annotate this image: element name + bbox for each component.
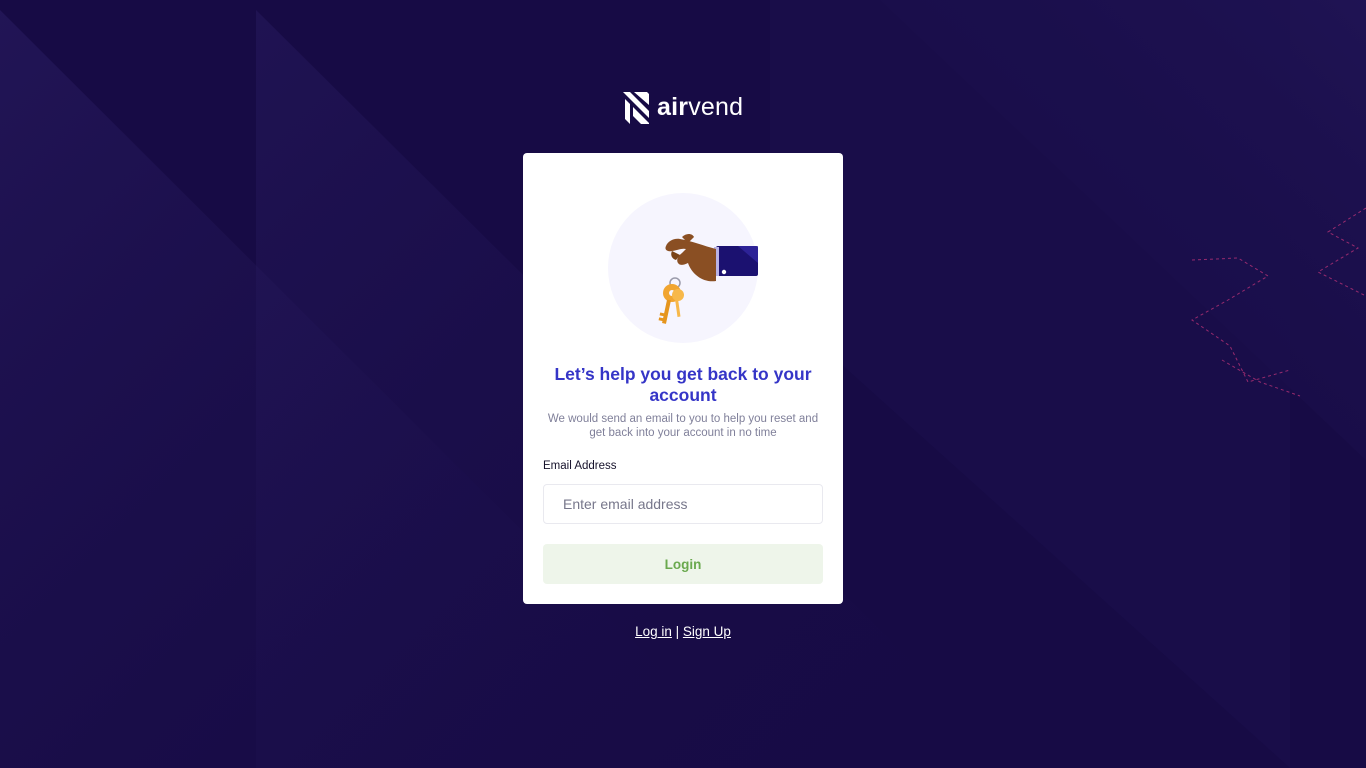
- brand-name-prefix: air: [657, 92, 689, 121]
- login-button[interactable]: Login: [543, 544, 823, 584]
- brand-name: airvend: [657, 92, 744, 121]
- hand-key-icon: [658, 234, 758, 324]
- hand-with-keys-illustration: [608, 193, 758, 343]
- page-subtitle: We would send an email to you to help yo…: [547, 413, 819, 439]
- signup-link[interactable]: Sign Up: [683, 624, 731, 639]
- email-input[interactable]: [543, 484, 823, 524]
- brand-name-suffix: vend: [688, 92, 744, 121]
- page-title: Let’s help you get back to your account: [554, 364, 812, 405]
- auth-links: Log in | Sign Up: [583, 624, 783, 640]
- airvend-logo-icon: [623, 92, 649, 124]
- reset-password-card: Let’s help you get back to your account …: [523, 153, 843, 604]
- login-link[interactable]: Log in: [635, 624, 672, 639]
- link-separator: |: [675, 624, 680, 639]
- airvend-logo: airvend: [623, 91, 748, 125]
- email-label: Email Address: [543, 460, 617, 472]
